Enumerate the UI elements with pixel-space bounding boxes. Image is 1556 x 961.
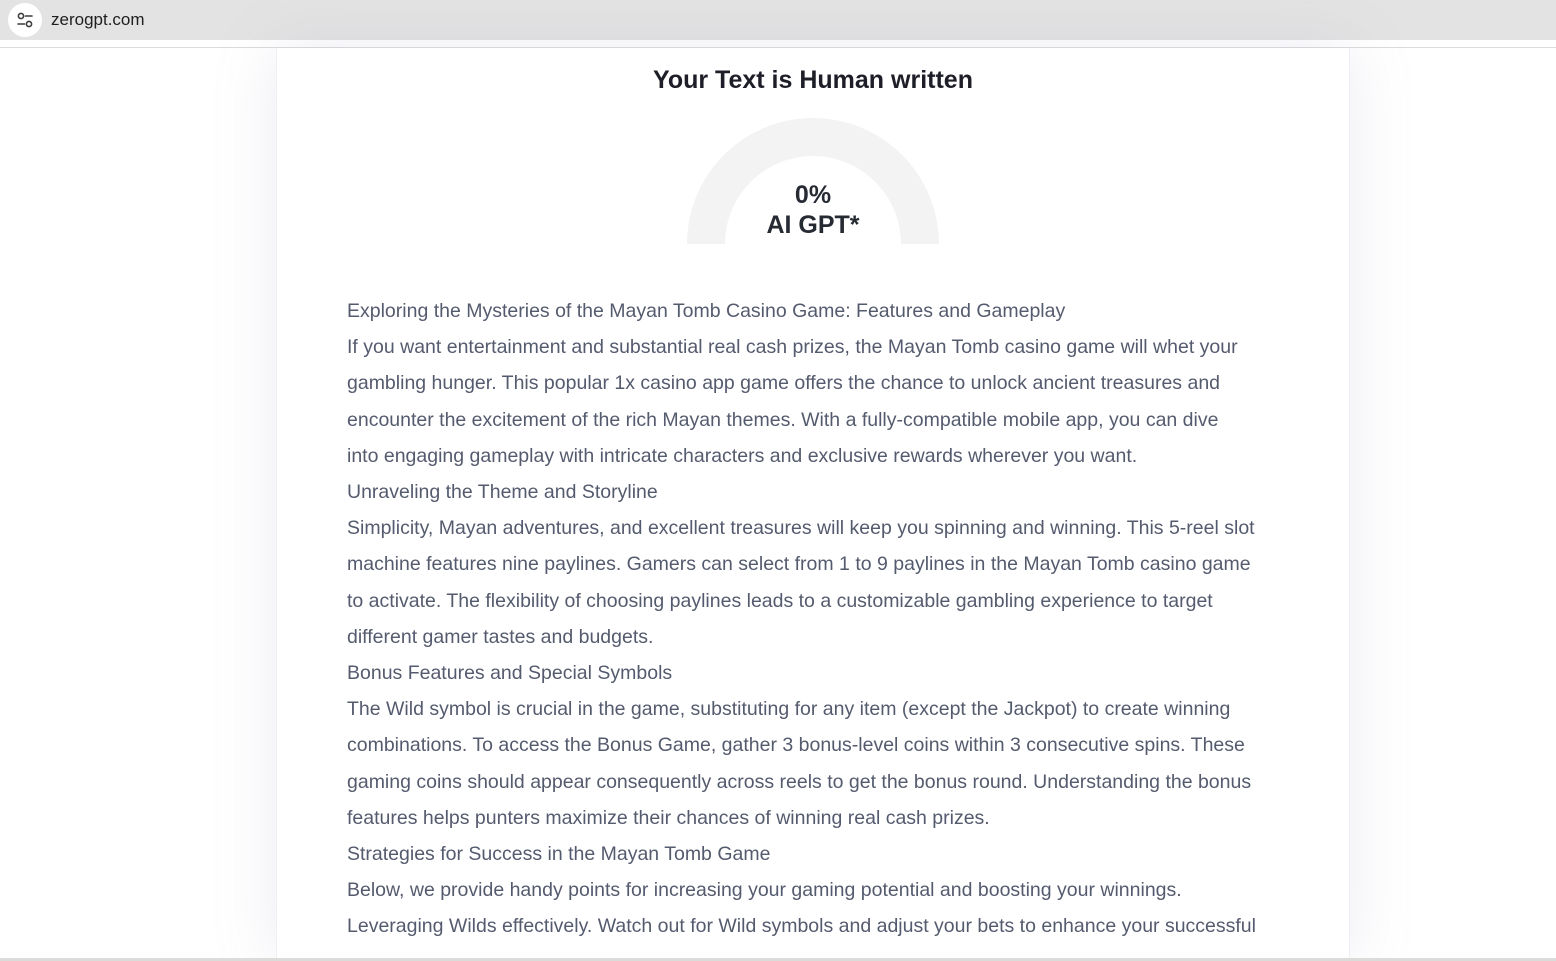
- tune-icon: [17, 12, 33, 28]
- browser-address-bar: zerogpt.com: [0, 0, 1556, 40]
- text-line: different gamer tastes and budgets.: [347, 625, 654, 648]
- text-line: gambling hunger. This popular 1x casino …: [347, 372, 1221, 395]
- site-info-button[interactable]: [8, 3, 42, 37]
- text-line: Below, we provide handy points for incre…: [347, 879, 1182, 902]
- ai-score-label: AI GPT*: [766, 211, 860, 239]
- text-line: Unraveling the Theme and Storyline: [347, 481, 658, 504]
- text-line: Leveraging Wilds effectively. Watch out …: [347, 915, 1256, 938]
- text-line: If you want entertainment and substantia…: [347, 336, 1238, 359]
- text-line: machine features nine paylines. Gamers c…: [347, 553, 1251, 576]
- ai-score-value: 0%: [794, 181, 832, 209]
- page-content: Your Text is Human written 0% AI GPT* Ex…: [0, 48, 1556, 961]
- text-line: Bonus Features and Special Symbols: [347, 662, 673, 685]
- result-card: Your Text is Human written 0% AI GPT* Ex…: [276, 48, 1350, 961]
- text-line: to activate. The flexibility of choosing…: [347, 589, 1213, 612]
- result-title: Your Text is Human written: [653, 66, 973, 94]
- url-text[interactable]: zerogpt.com: [51, 10, 145, 30]
- text-line: encounter the excitement of the rich May…: [347, 408, 1219, 431]
- text-line: gaming coins should appear consequently …: [347, 770, 1252, 793]
- text-line: into engaging gameplay with intricate ch…: [347, 444, 1138, 467]
- text-line: The Wild symbol is crucial in the game, …: [347, 698, 1231, 721]
- text-line: Strategies for Success in the Mayan Tomb…: [347, 843, 771, 866]
- text-line: Exploring the Mysteries of the Mayan Tom…: [347, 300, 1066, 322]
- analyzed-text: Exploring the Mysteries of the Mayan Tom…: [347, 293, 1287, 945]
- text-line: combinations. To access the Bonus Game, …: [347, 734, 1245, 757]
- text-line: Simplicity, Mayan adventures, and excell…: [347, 517, 1255, 540]
- text-line: features helps punters maximize their ch…: [347, 806, 990, 829]
